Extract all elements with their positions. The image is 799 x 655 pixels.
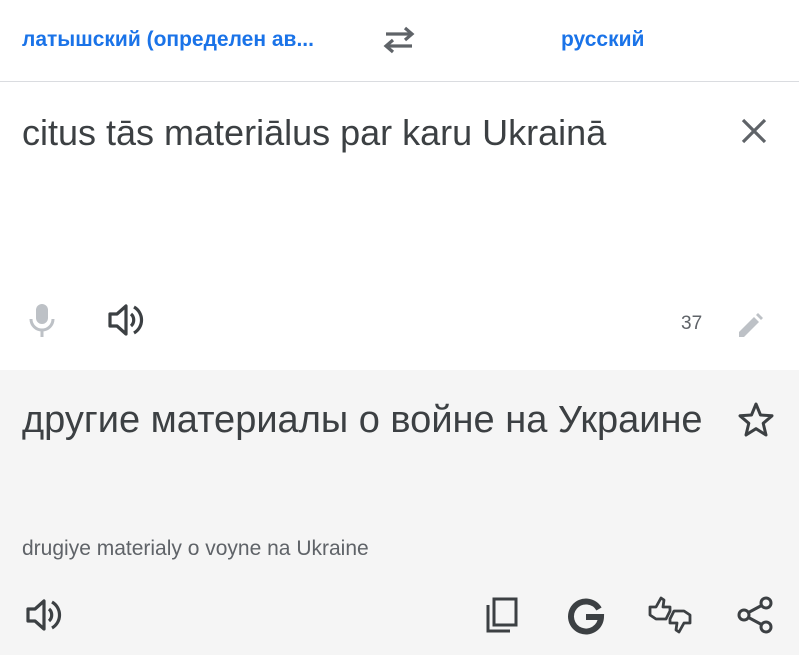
source-panel: citus tās materiālus par karu Ukrainā 37 (0, 82, 799, 370)
star-outline-icon[interactable] (736, 400, 776, 440)
swap-languages-icon[interactable] (378, 22, 420, 58)
share-icon[interactable] (735, 595, 775, 635)
target-language-selector[interactable]: русский (561, 28, 644, 52)
feedback-icon[interactable] (646, 595, 694, 635)
source-language-selector[interactable]: латышский (определен ав... (22, 28, 314, 52)
google-icon[interactable] (566, 595, 606, 635)
transliteration: drugiye materialy o voyne na Ukraine (22, 537, 369, 560)
volume-icon[interactable] (104, 300, 148, 340)
translation-text: другие материалы о войне на Украине (22, 399, 703, 441)
character-count: 37 (681, 313, 703, 334)
copy-icon[interactable] (482, 595, 522, 635)
source-text-input[interactable]: citus tās materiālus par karu Ukrainā (22, 112, 606, 154)
result-panel: другие материалы о войне на Украине drug… (0, 370, 799, 655)
close-icon[interactable] (733, 110, 775, 152)
pencil-icon[interactable] (734, 310, 766, 342)
mic-icon[interactable] (22, 300, 62, 340)
volume-icon[interactable] (22, 595, 66, 635)
language-bar: латышский (определен ав... русский (0, 0, 799, 82)
